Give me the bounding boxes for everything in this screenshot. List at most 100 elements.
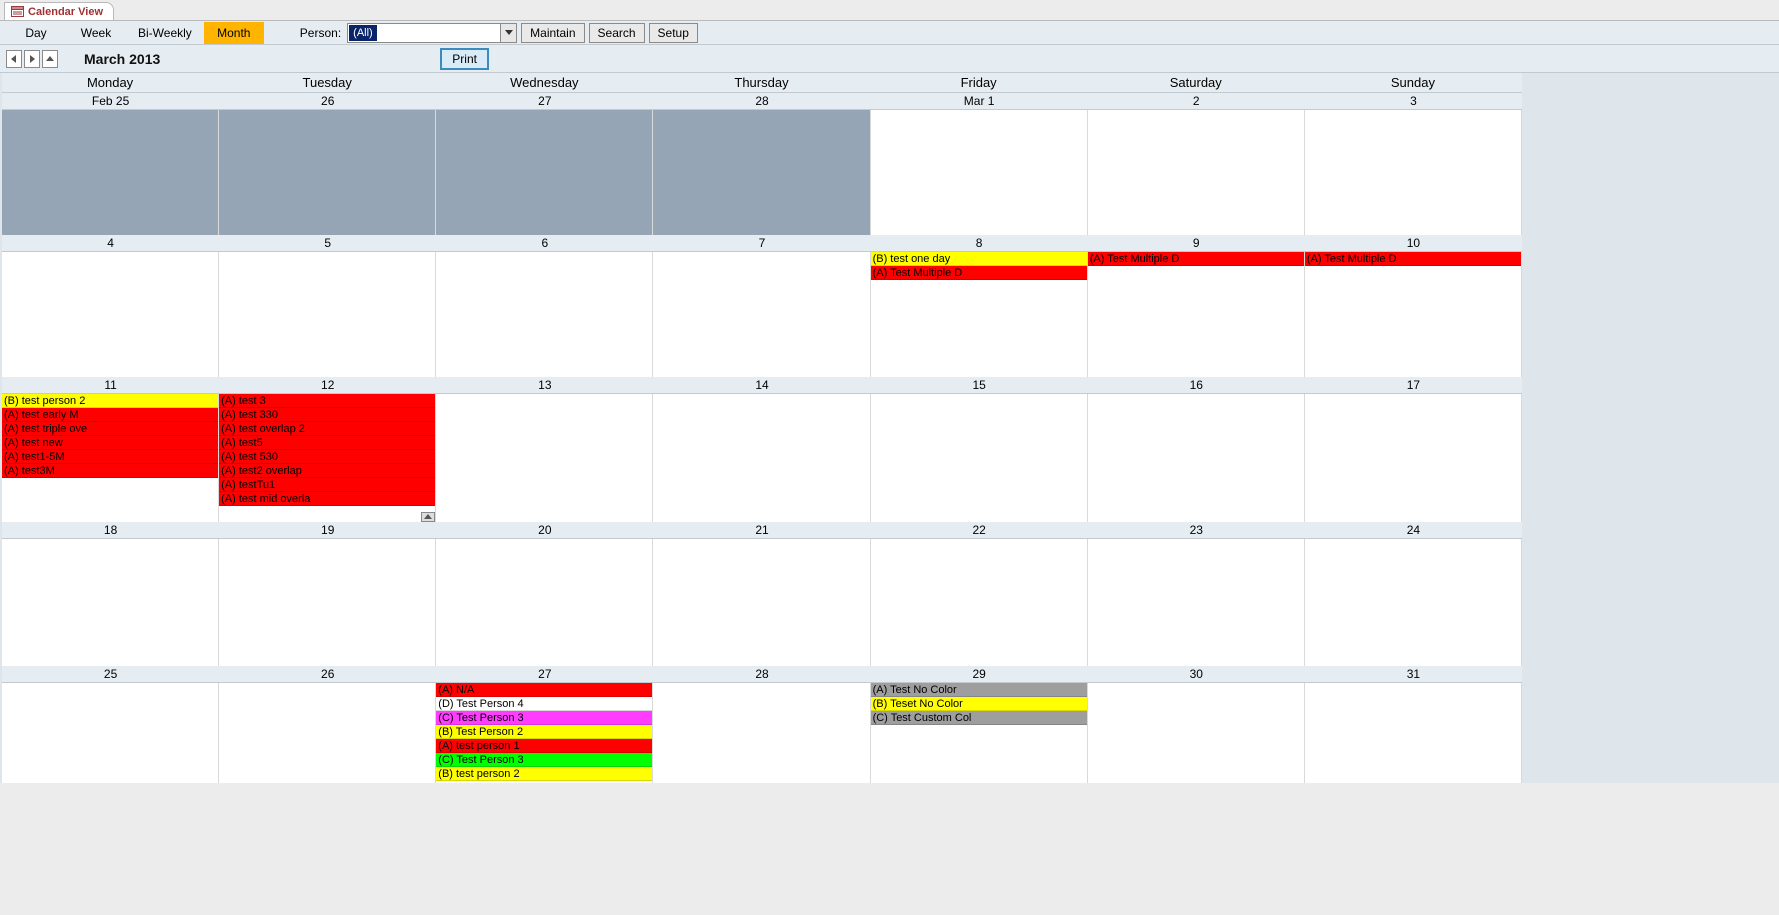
day-cell[interactable] [436, 394, 653, 522]
event-item[interactable]: (B) test one day [871, 252, 1087, 266]
view-week-button[interactable]: Week [66, 22, 126, 44]
event-item[interactable]: (A) test2 overlap [219, 464, 435, 478]
event-item[interactable]: (B) Teset No Color [871, 697, 1087, 711]
weekday-label: Wednesday [436, 73, 653, 92]
event-item[interactable]: (C) Test Person 3 [436, 711, 652, 725]
date-label: 28 [653, 93, 870, 109]
person-label: Person: [294, 26, 347, 40]
event-item[interactable]: (A) N/A [436, 683, 652, 697]
day-cell[interactable] [2, 539, 219, 666]
nav-row: March 2013 Print [0, 45, 1779, 73]
setup-button[interactable]: Setup [649, 23, 698, 43]
date-label: 27 [436, 93, 653, 109]
tab-calendar-view[interactable]: Calendar View [4, 2, 114, 20]
view-biweekly-button[interactable]: Bi-Weekly [126, 22, 204, 44]
day-cell[interactable] [219, 110, 436, 235]
day-cell[interactable] [871, 394, 1088, 522]
day-cell[interactable] [1088, 394, 1305, 522]
event-item[interactable]: (C) Test Custom Col [871, 711, 1087, 725]
date-label: 13 [436, 377, 653, 393]
print-button[interactable]: Print [440, 48, 489, 70]
event-item[interactable]: (C) Test Person 3 [436, 753, 652, 767]
date-label: 19 [219, 522, 436, 538]
day-cell[interactable] [653, 252, 870, 377]
weekday-label: Friday [871, 73, 1088, 92]
day-cell[interactable] [871, 539, 1088, 666]
date-label: 30 [1088, 666, 1305, 682]
event-item[interactable]: (A) test triple ove [2, 422, 218, 436]
maintain-button[interactable]: Maintain [521, 23, 584, 43]
date-label: 5 [219, 235, 436, 251]
calendar: Monday Tuesday Wednesday Thursday Friday… [2, 73, 1522, 783]
event-item[interactable]: (D) Test Person 4 [436, 697, 652, 711]
date-label: 4 [2, 235, 219, 251]
day-cell[interactable]: (A) Test Multiple D [1088, 252, 1305, 377]
event-item[interactable]: (B) test person 2 [2, 394, 218, 408]
day-cell[interactable] [1305, 683, 1522, 783]
day-cell[interactable] [1305, 110, 1522, 235]
event-item[interactable]: (A) test5 [219, 436, 435, 450]
day-cell[interactable]: (A) Test No Color (B) Teset No Color (C)… [871, 683, 1088, 783]
day-cell[interactable]: (B) test person 2 (A) test early M (A) t… [2, 394, 219, 522]
event-item[interactable]: (A) Test No Color [871, 683, 1087, 697]
event-item[interactable]: (B) Test Person 2 [436, 725, 652, 739]
day-cell[interactable] [653, 394, 870, 522]
day-cell[interactable] [1305, 539, 1522, 666]
weekday-header: Monday Tuesday Wednesday Thursday Friday… [2, 73, 1522, 93]
month-title: March 2013 [84, 51, 160, 67]
day-cell[interactable] [2, 110, 219, 235]
day-cell[interactable] [436, 110, 653, 235]
events: (A) test 3 (A) test 330 (A) test overlap… [219, 394, 435, 506]
search-button[interactable]: Search [589, 23, 645, 43]
expand-icon[interactable] [421, 512, 435, 522]
event-item[interactable]: (A) test early M [2, 408, 218, 422]
event-item[interactable]: (A) test 530 [219, 450, 435, 464]
event-item[interactable]: (A) test new [2, 436, 218, 450]
event-item[interactable]: (A) Test Multiple D [1305, 252, 1521, 266]
view-day-button[interactable]: Day [6, 22, 66, 44]
day-cell[interactable] [2, 252, 219, 377]
events: (A) N/A (D) Test Person 4 (C) Test Perso… [436, 683, 652, 781]
event-item[interactable]: (A) test1-5M [2, 450, 218, 464]
event-item[interactable]: (A) testTu1 [219, 478, 435, 492]
day-cell[interactable]: (A) N/A (D) Test Person 4 (C) Test Perso… [436, 683, 653, 783]
day-cell[interactable] [219, 252, 436, 377]
event-item[interactable]: (A) test person 1 [436, 739, 652, 753]
prev-button[interactable] [6, 50, 22, 68]
date-label: 9 [1088, 235, 1305, 251]
event-item[interactable]: (A) test 3 [219, 394, 435, 408]
form-icon [10, 5, 24, 19]
next-button[interactable] [24, 50, 40, 68]
event-item[interactable]: (A) Test Multiple D [871, 266, 1087, 280]
date-label: 12 [219, 377, 436, 393]
event-item[interactable]: (A) Test Multiple D [1088, 252, 1304, 266]
day-cell[interactable] [436, 539, 653, 666]
event-item[interactable]: (B) test person 2 [436, 767, 652, 781]
day-cell[interactable]: (A) test 3 (A) test 330 (A) test overlap… [219, 394, 436, 522]
chevron-down-icon[interactable] [500, 24, 516, 42]
day-cell[interactable] [219, 539, 436, 666]
day-cell[interactable] [1088, 539, 1305, 666]
day-cell[interactable] [653, 539, 870, 666]
day-cell[interactable] [436, 252, 653, 377]
event-item[interactable]: (A) test mid overla [219, 492, 435, 506]
up-button[interactable] [42, 50, 58, 68]
person-select[interactable]: (All) [347, 23, 517, 43]
event-item[interactable]: (A) test overlap 2 [219, 422, 435, 436]
date-label: 16 [1088, 377, 1305, 393]
event-item[interactable]: (A) test 330 [219, 408, 435, 422]
day-cell[interactable] [1305, 394, 1522, 522]
day-cell[interactable] [219, 683, 436, 783]
tab-strip: Calendar View [0, 0, 1779, 20]
day-cell[interactable] [2, 683, 219, 783]
day-cell[interactable]: (B) test one day (A) Test Multiple D [871, 252, 1088, 377]
day-cell[interactable] [1088, 683, 1305, 783]
view-month-button[interactable]: Month [204, 22, 264, 44]
day-cell[interactable] [653, 683, 870, 783]
day-cell[interactable] [653, 110, 870, 235]
event-item[interactable]: (A) test3M [2, 464, 218, 478]
day-cell[interactable] [871, 110, 1088, 235]
date-label: 18 [2, 522, 219, 538]
day-cell[interactable]: (A) Test Multiple D [1305, 252, 1522, 377]
day-cell[interactable] [1088, 110, 1305, 235]
